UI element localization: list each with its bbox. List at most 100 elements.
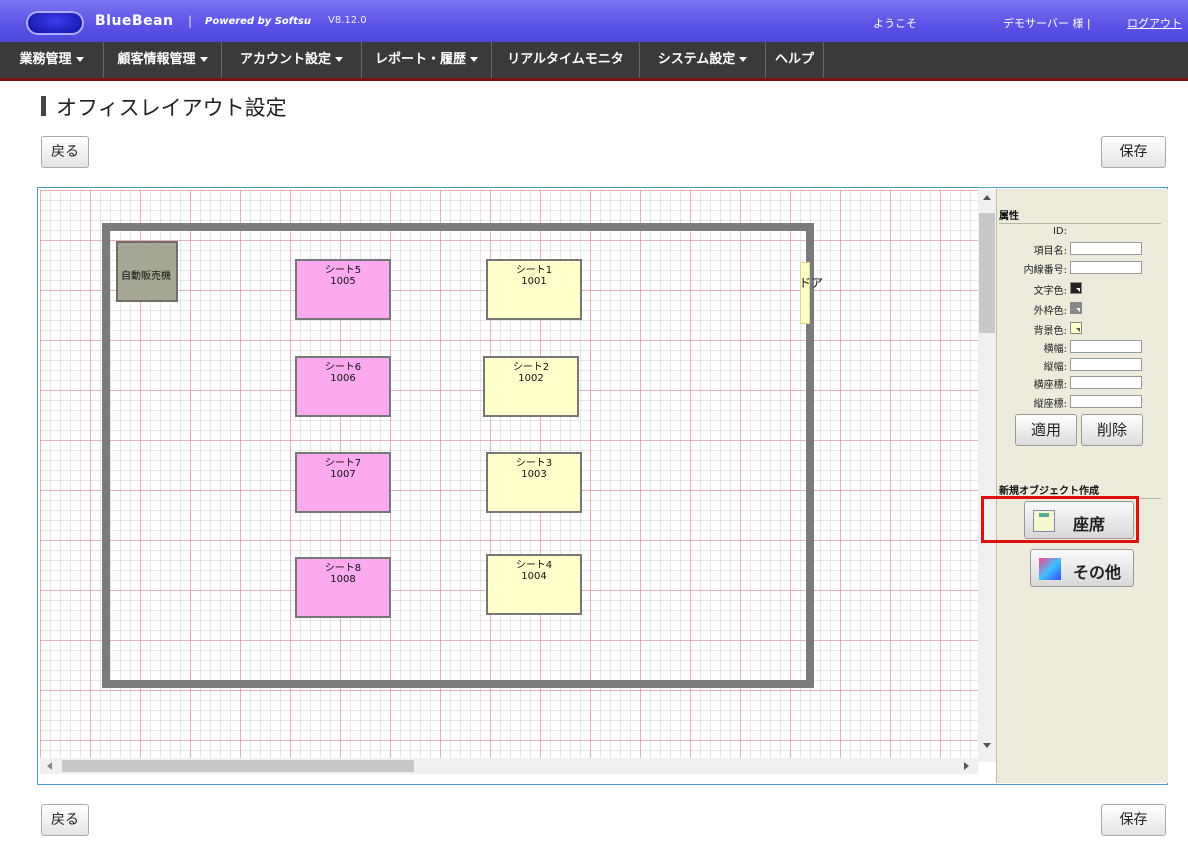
chevron-down-icon	[75, 57, 84, 62]
scroll-left-icon[interactable]	[47, 762, 52, 770]
scroll-down-icon[interactable]	[983, 743, 991, 748]
seat-ext: 1002	[518, 373, 544, 384]
chevron-down-icon	[335, 57, 343, 62]
nav-item-realtime[interactable]: リアルタイムモニタ	[492, 42, 640, 78]
x-coord-input[interactable]	[1070, 376, 1142, 389]
chevron-down-icon	[199, 57, 208, 62]
seat-name: シート8	[324, 563, 362, 574]
text-color-swatch[interactable]	[1070, 282, 1082, 294]
seat-button-highlight	[981, 496, 1139, 543]
office-room-wall[interactable]	[102, 223, 814, 688]
color-picker-icon	[1076, 288, 1080, 292]
seat-ext: 1007	[330, 469, 356, 480]
seat-1002[interactable]: シート2 1002	[483, 356, 579, 417]
nav-label: レポート・履歴	[374, 52, 466, 67]
door[interactable]	[800, 262, 810, 324]
bluebean-logo	[26, 11, 84, 35]
logout-link[interactable]: ログアウト	[1127, 15, 1182, 31]
layout-canvas[interactable]: 自動販売機 ドア シート5 1005 シート1 1001 シート6 1006 シート2…	[40, 190, 996, 762]
scroll-up-icon[interactable]	[983, 195, 991, 200]
page-title: オフィスレイアウト設定	[56, 96, 287, 120]
delete-button[interactable]: 削除	[1081, 414, 1143, 446]
save-button-top[interactable]: 保存	[1101, 136, 1166, 168]
seat-ext: 1008	[330, 574, 356, 585]
height-label: 縦幅:	[1043, 362, 1067, 373]
nav-label: 業務管理	[19, 52, 72, 67]
user-name: デモサーバー 様 |	[1003, 17, 1091, 30]
bg-color-label: 背景色:	[1033, 326, 1067, 337]
seat-1003[interactable]: シート3 1003	[486, 452, 582, 513]
x-coord-label: 横座標:	[1033, 380, 1067, 391]
chevron-down-icon	[470, 57, 478, 62]
seat-1005[interactable]: シート5 1005	[295, 259, 391, 320]
vertical-scroll-thumb[interactable]	[979, 213, 995, 333]
color-picker-icon	[1076, 328, 1080, 332]
height-input[interactable]	[1070, 358, 1142, 371]
seat-name: シート1	[515, 265, 553, 276]
scroll-right-icon[interactable]	[964, 762, 969, 770]
nav-label: アカウント設定	[239, 52, 331, 67]
seat-1007[interactable]: シート7 1007	[295, 452, 391, 513]
vending-label: 自動販売機	[121, 271, 171, 282]
seat-ext: 1004	[521, 571, 547, 582]
back-button-bottom[interactable]: 戻る	[41, 804, 89, 836]
nav-item-help[interactable]: ヘルプ	[766, 42, 824, 78]
seat-name: シート4	[515, 560, 553, 571]
nav-item-system[interactable]: システム設定	[640, 42, 766, 78]
border-color-label: 外枠色:	[1033, 306, 1067, 317]
seat-name: シート3	[515, 458, 553, 469]
seat-1008[interactable]: シート8 1008	[295, 557, 391, 618]
title-accent	[41, 96, 46, 116]
seat-name: シート6	[324, 362, 362, 373]
brand-name: BlueBean	[95, 13, 174, 29]
seat-ext: 1003	[521, 469, 547, 480]
main-nav: 業務管理 顧客情報管理 アカウント設定 レポート・履歴 リアルタイムモニタ シス…	[0, 42, 1188, 81]
seat-1006[interactable]: シート6 1006	[295, 356, 391, 417]
seat-name: シート2	[512, 362, 550, 373]
seat-ext: 1005	[330, 276, 356, 287]
seat-1004[interactable]: シート4 1004	[486, 554, 582, 615]
seat-1001[interactable]: シート1 1001	[486, 259, 582, 320]
item-name-input[interactable]	[1070, 242, 1142, 255]
y-coord-input[interactable]	[1070, 395, 1142, 408]
apply-button[interactable]: 適用	[1015, 414, 1077, 446]
nav-label: システム設定	[657, 52, 736, 67]
extension-input[interactable]	[1070, 261, 1142, 274]
border-color-swatch[interactable]	[1070, 302, 1082, 314]
text-color-label: 文字色:	[1033, 286, 1067, 297]
nav-item-customer[interactable]: 顧客情報管理	[104, 42, 222, 78]
create-other-label: その他	[1073, 563, 1122, 582]
seat-name: シート5	[324, 265, 362, 276]
powered-by: Powered by Softsu	[205, 16, 312, 27]
color-picker-icon	[1076, 308, 1080, 312]
top-header: BlueBean | Powered by Softsu V8.12.0 ようこ…	[0, 0, 1188, 42]
nav-label: リアルタイムモニタ	[507, 52, 624, 67]
shapes-icon	[1039, 558, 1061, 580]
header-separator: |	[188, 14, 193, 28]
id-label: ID:	[1052, 226, 1067, 237]
seat-name: シート7	[324, 458, 362, 469]
properties-panel: 属性 ID: 項目名: 内線番号: 文字色: 外枠色: 背景色: 横幅: 縦幅:…	[996, 189, 1168, 783]
version-label: V8.12.0	[328, 15, 367, 26]
item-name-label: 項目名:	[1033, 246, 1067, 257]
vending-machine[interactable]: 自動販売機	[116, 241, 178, 302]
vertical-scrollbar[interactable]	[978, 190, 996, 762]
back-button-top[interactable]: 戻る	[41, 136, 89, 168]
bg-color-swatch[interactable]	[1070, 322, 1082, 334]
nav-item-report[interactable]: レポート・履歴	[362, 42, 492, 78]
welcome-text: ようこそ	[873, 17, 917, 30]
create-other-button[interactable]: その他	[1030, 549, 1134, 587]
extension-label: 内線番号:	[1023, 265, 1067, 276]
nav-item-account[interactable]: アカウント設定	[222, 42, 362, 78]
nav-item-business[interactable]: 業務管理	[0, 42, 104, 78]
width-input[interactable]	[1070, 340, 1142, 353]
nav-label: ヘルプ	[774, 52, 814, 67]
door-label: ドア	[799, 276, 824, 290]
properties-heading: 属性	[999, 207, 1161, 224]
horizontal-scrollbar[interactable]	[40, 758, 978, 774]
chevron-down-icon	[739, 57, 748, 62]
save-button-bottom[interactable]: 保存	[1101, 804, 1166, 836]
seat-ext: 1006	[330, 373, 356, 384]
layout-editor: 自動販売機 ドア シート5 1005 シート1 1001 シート6 1006 シート2…	[37, 187, 1168, 785]
horizontal-scroll-thumb[interactable]	[62, 760, 414, 772]
